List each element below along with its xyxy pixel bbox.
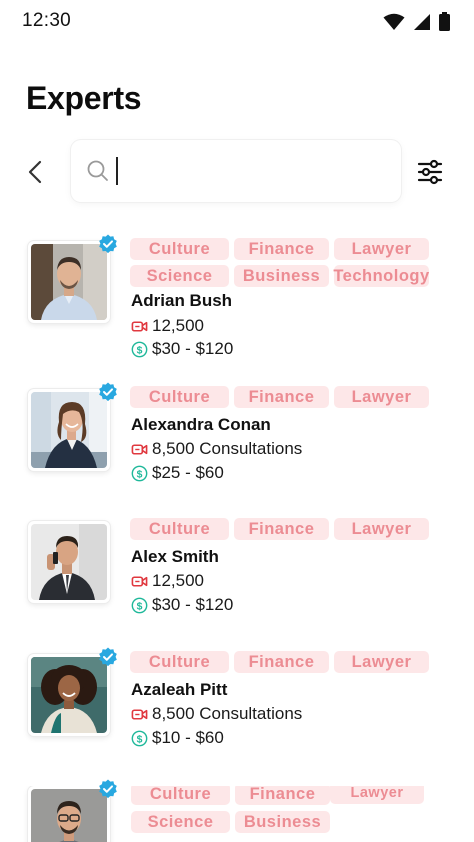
filter-sliders-icon xyxy=(417,159,443,185)
expert-avatar xyxy=(31,524,107,600)
consultations-count: 12,500 xyxy=(152,316,204,335)
video-call-icon xyxy=(131,708,148,720)
search-box[interactable] xyxy=(71,140,401,202)
consultations-row: 12,500 xyxy=(131,316,204,336)
expert-tag[interactable]: Finance xyxy=(235,786,330,805)
expert-tag[interactable]: Lawyer xyxy=(334,386,429,408)
expert-tag[interactable]: Culture xyxy=(130,238,229,260)
chevron-left-icon xyxy=(28,160,42,184)
expert-avatar-frame xyxy=(28,521,110,603)
verified-badge-icon xyxy=(99,647,117,667)
price-range: $10 - $60 xyxy=(152,728,224,747)
expert-tag[interactable]: Lawyer xyxy=(334,238,429,260)
search-input[interactable] xyxy=(117,154,387,188)
svg-text:$: $ xyxy=(137,734,143,745)
expert-tag[interactable]: Finance xyxy=(234,651,329,673)
expert-tag[interactable]: Technology xyxy=(333,265,429,287)
dollar-circle-icon: $ xyxy=(131,465,148,481)
svg-text:$: $ xyxy=(137,601,143,612)
verified-badge-icon xyxy=(99,382,117,402)
expert-tag[interactable]: Lawyer xyxy=(330,786,424,804)
consultations-count: 8,500 Consultations xyxy=(152,704,303,723)
consultations-row: 8,500 Consultations xyxy=(131,704,302,724)
consultations-count: 8,500 Consultations xyxy=(152,439,303,458)
expert-tag[interactable]: Business xyxy=(235,811,330,833)
expert-tag[interactable]: Business xyxy=(234,265,329,287)
price-range: $30 - $120 xyxy=(152,595,234,614)
expert-tag[interactable]: Finance xyxy=(234,238,329,260)
expert-name: Alexandra Conan xyxy=(131,415,271,434)
status-icons xyxy=(383,12,450,31)
svg-text:$: $ xyxy=(137,469,143,480)
expert-name: Azaleah Pitt xyxy=(131,680,228,699)
expert-avatar xyxy=(31,392,107,468)
price-row: $ $25 - $60 xyxy=(131,463,224,483)
consultations-row: 8,500 Consultations xyxy=(131,439,302,459)
price-row: $ $10 - $60 xyxy=(131,728,224,748)
consultations-row: 12,500 xyxy=(131,571,204,591)
expert-card[interactable]: Culture Finance Lawyer Azaleah Pitt 8,50… xyxy=(0,647,474,784)
expert-tag[interactable]: Lawyer xyxy=(334,518,429,540)
expert-avatar xyxy=(31,244,107,320)
video-call-icon xyxy=(131,443,148,455)
verified-badge-wrapper xyxy=(98,779,118,799)
dollar-circle-icon: $ xyxy=(131,341,148,357)
status-time: 12:30 xyxy=(22,10,72,31)
price-range: $25 - $60 xyxy=(152,463,224,482)
price-row: $ $30 - $120 xyxy=(131,339,233,359)
expert-tag[interactable]: Science xyxy=(131,811,230,833)
expert-name: Adrian Bush xyxy=(131,291,233,310)
expert-tag[interactable]: Culture xyxy=(130,651,229,673)
price-range: $30 - $120 xyxy=(152,339,234,358)
verified-badge-icon xyxy=(99,779,117,799)
expert-tag[interactable]: Culture xyxy=(131,786,230,805)
search-icon xyxy=(87,160,108,181)
expert-tag[interactable]: Science xyxy=(130,265,229,287)
filter-button[interactable] xyxy=(412,154,448,190)
battery-icon xyxy=(439,12,450,31)
wifi-icon xyxy=(383,13,405,30)
expert-tag[interactable]: Culture xyxy=(130,518,229,540)
video-call-icon xyxy=(131,575,148,587)
expert-tag[interactable]: Finance xyxy=(234,386,329,408)
dollar-circle-icon: $ xyxy=(131,730,148,746)
expert-avatar xyxy=(31,789,107,842)
signal-icon xyxy=(414,13,430,30)
dollar-circle-icon: $ xyxy=(131,597,148,613)
consultations-count: 12,500 xyxy=(152,571,204,590)
expert-tag[interactable]: Finance xyxy=(234,518,329,540)
status-bar: 12:30 xyxy=(0,0,474,44)
expert-card[interactable]: Culture Finance Lawyer Alex Smith 12,500… xyxy=(0,518,474,651)
back-button[interactable] xyxy=(18,153,52,191)
expert-tag[interactable]: Culture xyxy=(130,386,229,408)
expert-avatar xyxy=(31,657,107,733)
verified-badge-icon xyxy=(99,234,117,254)
expert-tag[interactable]: Lawyer xyxy=(334,651,429,673)
expert-card[interactable]: Culture Finance Lawyer Science Business xyxy=(0,786,474,842)
expert-card[interactable]: Culture Finance Lawyer Alexandra Conan 8… xyxy=(0,382,474,519)
page-title: Experts xyxy=(26,80,142,116)
video-call-icon xyxy=(131,320,148,332)
expert-card[interactable]: Culture Finance Lawyer Science Business … xyxy=(0,234,474,371)
price-row: $ $30 - $120 xyxy=(131,595,233,615)
svg-text:$: $ xyxy=(137,345,143,356)
expert-name: Alex Smith xyxy=(131,547,219,566)
